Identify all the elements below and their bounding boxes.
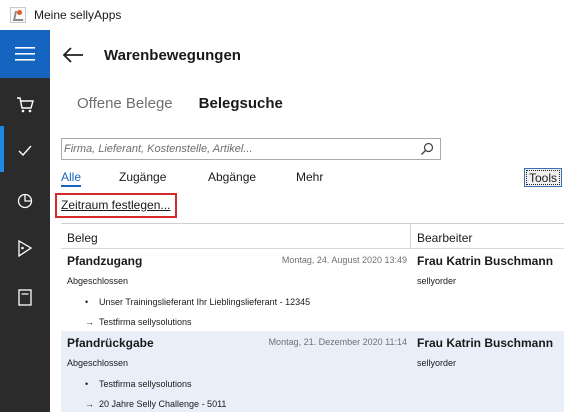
hamburger-menu-icon xyxy=(15,47,35,61)
row-title: Pfandrückgabe xyxy=(67,336,154,350)
page-title: Warenbewegungen xyxy=(104,46,241,64)
column-separator[interactable] xyxy=(410,224,411,249)
row-target-line: → 20 Jahre Selly Challenge - 5011 xyxy=(85,399,226,409)
row-date: Montag, 24. August 2020 13:49 xyxy=(281,255,407,265)
hamburger-menu-button[interactable] xyxy=(0,30,50,78)
row-source-text: Unser Trainingslieferant Ihr Lieblingsli… xyxy=(99,297,311,307)
bullet-marker: • xyxy=(85,297,89,307)
filter-alle[interactable]: Alle xyxy=(61,170,82,187)
window-titlebar: Meine sellyApps xyxy=(0,0,564,30)
tools-button[interactable]: Tools xyxy=(524,168,562,187)
row-source-line: • Unser Trainingslieferant Ihr Lieblingsl… xyxy=(85,297,310,307)
nav-item-tags[interactable] xyxy=(0,225,50,271)
nav-item-catalog[interactable] xyxy=(0,274,50,320)
nav-rail xyxy=(0,30,50,412)
row-status: Abgeschlossen xyxy=(67,276,129,286)
tag-icon xyxy=(18,239,33,257)
grid-header: Beleg Bearbeiter xyxy=(61,224,564,249)
zeitraum-link[interactable]: Zeitraum festlegen... xyxy=(61,198,170,212)
search-input[interactable] xyxy=(62,139,412,159)
filter-zugaenge[interactable]: Zugänge xyxy=(119,170,166,184)
column-header-bearbeiter[interactable]: Bearbeiter xyxy=(417,231,472,245)
column-header-beleg[interactable]: Beleg xyxy=(67,231,98,245)
bullet-marker: • xyxy=(85,379,89,389)
table-row[interactable]: Pfandrückgabe Montag, 21. Dezember 2020 … xyxy=(61,331,564,412)
pie-chart-icon xyxy=(17,193,33,209)
row-person: Frau Katrin Buschmann xyxy=(417,254,554,268)
nav-item-tasks[interactable] xyxy=(0,128,50,174)
tab-offene-belege[interactable]: Offene Belege xyxy=(77,95,173,112)
arrow-marker: → xyxy=(85,399,94,409)
nav-item-cart[interactable] xyxy=(0,82,50,128)
tab-belegsuche[interactable]: Belegsuche xyxy=(199,95,283,112)
row-user: sellyorder xyxy=(417,276,457,286)
row-source-line: • Testfirma sellysolutions xyxy=(85,379,192,389)
back-button[interactable] xyxy=(60,42,86,68)
table-row[interactable]: Pfandzugang Montag, 24. August 2020 13:4… xyxy=(61,249,564,331)
filter-mehr[interactable]: Mehr xyxy=(296,170,323,184)
row-person: Frau Katrin Buschmann xyxy=(417,336,554,350)
window-title: Meine sellyApps xyxy=(34,8,122,22)
row-target-line: → Testfirma sellysolutions xyxy=(85,317,192,327)
arrow-marker: → xyxy=(85,317,94,327)
app-logo-icon xyxy=(10,7,26,23)
page-header: Warenbewegungen xyxy=(50,30,564,80)
row-date: Montag, 21. Dezember 2020 11:14 xyxy=(268,337,407,347)
search-box xyxy=(61,138,441,160)
filter-abgaenge[interactable]: Abgänge xyxy=(208,170,256,184)
book-icon xyxy=(18,288,32,306)
cart-icon xyxy=(17,97,34,113)
checkmark-icon xyxy=(18,145,32,157)
row-title: Pfandzugang xyxy=(67,254,143,268)
back-arrow-icon xyxy=(62,47,83,63)
results-grid: Beleg Bearbeiter Pfandzugang Montag, 24.… xyxy=(61,223,564,412)
row-source-text: Testfirma sellysolutions xyxy=(99,379,192,389)
nav-item-reports[interactable] xyxy=(0,178,50,224)
search-icon[interactable] xyxy=(420,142,434,156)
row-status: Abgeschlossen xyxy=(67,358,129,368)
row-user: sellyorder xyxy=(417,358,457,368)
pivot-tabs: Offene Belege Belegsuche xyxy=(77,95,283,112)
row-target-text: Testfirma sellysolutions xyxy=(99,317,192,327)
row-target-text: 20 Jahre Selly Challenge - 5011 xyxy=(99,399,227,409)
